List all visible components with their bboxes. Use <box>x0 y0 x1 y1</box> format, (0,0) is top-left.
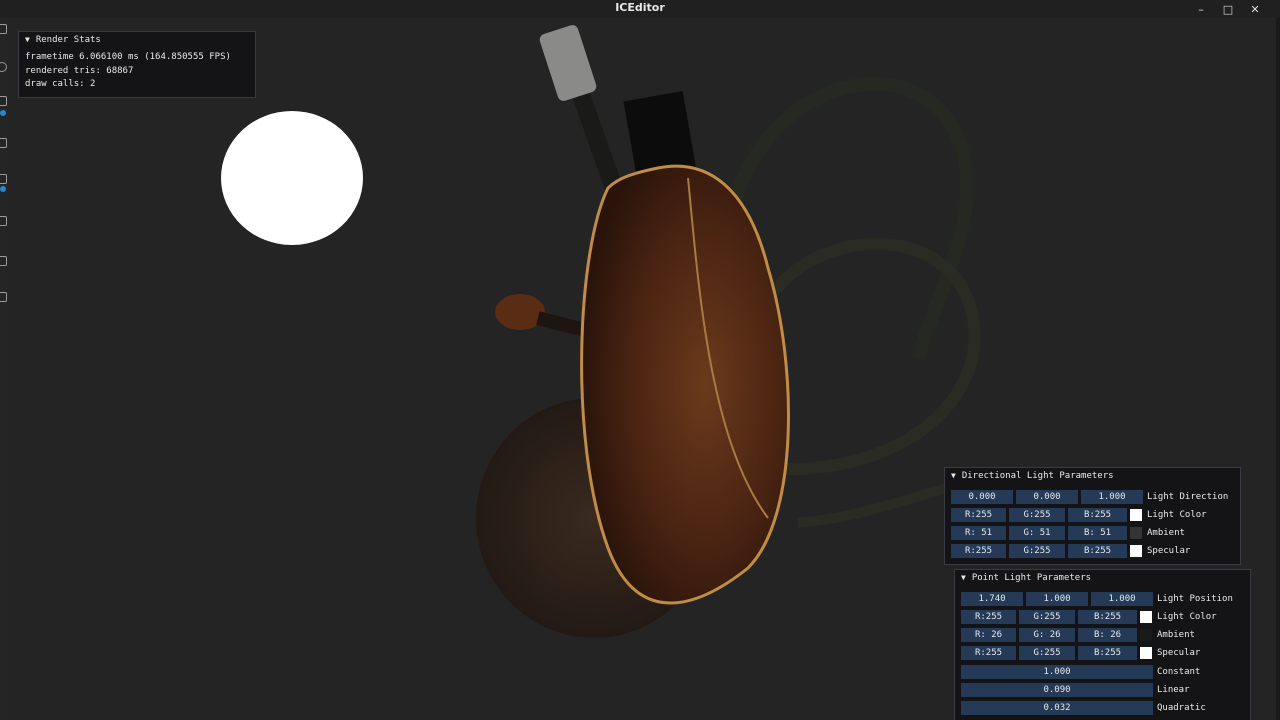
dir-specular-swatch[interactable] <box>1130 545 1142 557</box>
pt-specular-g-input[interactable]: G:255 <box>1019 646 1075 660</box>
direction-x-input[interactable]: 0.000 <box>951 490 1013 504</box>
pt-ambient-swatch[interactable] <box>1140 629 1152 641</box>
close-button[interactable]: ✕ <box>1243 0 1267 18</box>
dir-ambient-g-input[interactable]: G: 51 <box>1009 526 1065 540</box>
directional-light-header[interactable]: ▼ Directional Light Parameters <box>945 468 1240 483</box>
dir-ambient-row: R: 51 G: 51 B: 51 Ambient <box>951 526 1241 540</box>
dir-specular-label: Specular <box>1147 546 1191 556</box>
pt-color-b-input[interactable]: B:255 <box>1078 610 1137 624</box>
dir-light-color-label: Light Color <box>1147 510 1207 520</box>
source-control-badge <box>0 110 6 116</box>
strap-tail <box>797 483 950 528</box>
pt-color-g-input[interactable]: G:255 <box>1019 610 1075 624</box>
directional-light-title: Directional Light Parameters <box>961 470 1114 481</box>
directional-light-panel: ▼ Directional Light Parameters 0.000 0.0… <box>944 467 1241 565</box>
source-control-icon[interactable] <box>0 96 7 106</box>
dir-color-r-input[interactable]: R:255 <box>951 508 1006 522</box>
maximize-icon: □ <box>1222 2 1234 16</box>
pt-specular-b-input[interactable]: B:255 <box>1078 646 1137 660</box>
position-y-input[interactable]: 1.000 <box>1026 592 1088 606</box>
minimize-button[interactable]: – <box>1189 0 1213 18</box>
pt-specular-label: Specular <box>1157 648 1201 658</box>
left-activity-strip <box>0 18 8 720</box>
quadratic-row: 0.032 Quadratic <box>961 701 1251 715</box>
dir-color-g-input[interactable]: G:255 <box>1009 508 1065 522</box>
collapse-triangle-icon[interactable]: ▼ <box>961 573 966 582</box>
dir-color-b-input[interactable]: B:255 <box>1068 508 1127 522</box>
draw-calls-text: draw calls: 2 <box>25 79 96 89</box>
linear-label: Linear <box>1157 685 1190 695</box>
minimize-icon: – <box>1198 2 1204 16</box>
maximize-button[interactable]: □ <box>1216 0 1240 18</box>
dir-specular-r-input[interactable]: R:255 <box>951 544 1006 558</box>
dir-ambient-swatch[interactable] <box>1130 527 1142 539</box>
collapse-triangle-icon[interactable]: ▼ <box>951 471 956 480</box>
instrument-body <box>580 164 790 605</box>
window-title: ICEditor <box>615 1 665 14</box>
light-position-row: 1.740 1.000 1.000 Light Position <box>961 592 1251 606</box>
point-light-sphere <box>221 111 363 245</box>
linear-slider[interactable]: 0.090 <box>961 683 1153 697</box>
pt-color-swatch[interactable] <box>1140 611 1152 623</box>
tris-text: rendered tris: 68867 <box>25 65 134 76</box>
pt-ambient-r-input[interactable]: R: 26 <box>961 628 1016 642</box>
frametime-text: frametime 6.066100 ms (164.850555 FPS) <box>25 52 231 62</box>
point-light-header[interactable]: ▼ Point Light Parameters <box>955 570 1250 585</box>
docker-icon[interactable] <box>0 292 7 302</box>
point-light-panel: ▼ Point Light Parameters 1.740 1.000 1.0… <box>954 569 1251 720</box>
dir-color-swatch[interactable] <box>1130 509 1142 521</box>
dir-specular-g-input[interactable]: G:255 <box>1009 544 1065 558</box>
pt-specular-r-input[interactable]: R:255 <box>961 646 1016 660</box>
test-icon[interactable] <box>0 216 7 226</box>
extensions-icon[interactable] <box>0 174 7 184</box>
render-stats-header[interactable]: ▼ Render Stats <box>19 32 255 47</box>
pt-ambient-row: R: 26 G: 26 B: 26 Ambient <box>961 628 1251 642</box>
remote-icon[interactable] <box>0 256 7 266</box>
quadratic-slider[interactable]: 0.032 <box>961 701 1153 715</box>
direction-y-input[interactable]: 0.000 <box>1016 490 1078 504</box>
run-icon[interactable] <box>0 138 7 148</box>
pt-specular-row: R:255 G:255 B:255 Specular <box>961 646 1251 660</box>
render-stats-title: Render Stats <box>35 34 101 45</box>
search-icon[interactable] <box>0 62 7 72</box>
quadratic-label: Quadratic <box>1157 703 1206 713</box>
right-edge-strip <box>1276 18 1280 720</box>
pt-light-color-label: Light Color <box>1157 612 1217 622</box>
position-z-input[interactable]: 1.000 <box>1091 592 1153 606</box>
dir-ambient-b-input[interactable]: B: 51 <box>1068 526 1127 540</box>
point-light-title: Point Light Parameters <box>971 572 1092 583</box>
dir-specular-row: R:255 G:255 B:255 Specular <box>951 544 1241 558</box>
light-position-label: Light Position <box>1157 594 1233 604</box>
constant-row: 1.000 Constant <box>961 665 1251 679</box>
dir-ambient-label: Ambient <box>1147 528 1185 538</box>
render-stats-panel: ▼ Render Stats frametime 6.066100 ms (16… <box>18 31 256 98</box>
pt-light-color-row: R:255 G:255 B:255 Light Color <box>961 610 1251 624</box>
light-direction-row: 0.000 0.000 1.000 Light Direction <box>951 490 1241 504</box>
instrument-headstock <box>539 25 597 101</box>
title-bar: ICEditor – □ ✕ <box>0 0 1280 18</box>
constant-slider[interactable]: 1.000 <box>961 665 1153 679</box>
collapse-triangle-icon[interactable]: ▼ <box>25 35 30 44</box>
dir-light-color-row: R:255 G:255 B:255 Light Color <box>951 508 1241 522</box>
extensions-badge <box>0 186 6 192</box>
light-direction-label: Light Direction <box>1147 492 1229 502</box>
position-x-input[interactable]: 1.740 <box>961 592 1023 606</box>
close-icon: ✕ <box>1250 2 1260 16</box>
explorer-icon[interactable] <box>0 24 7 34</box>
pt-ambient-b-input[interactable]: B: 26 <box>1078 628 1137 642</box>
pt-specular-swatch[interactable] <box>1140 647 1152 659</box>
dir-ambient-r-input[interactable]: R: 51 <box>951 526 1006 540</box>
linear-row: 0.090 Linear <box>961 683 1251 697</box>
pt-ambient-g-input[interactable]: G: 26 <box>1019 628 1075 642</box>
constant-label: Constant <box>1157 667 1201 677</box>
direction-z-input[interactable]: 1.000 <box>1081 490 1143 504</box>
dir-specular-b-input[interactable]: B:255 <box>1068 544 1127 558</box>
pt-ambient-label: Ambient <box>1157 630 1195 640</box>
pt-color-r-input[interactable]: R:255 <box>961 610 1016 624</box>
